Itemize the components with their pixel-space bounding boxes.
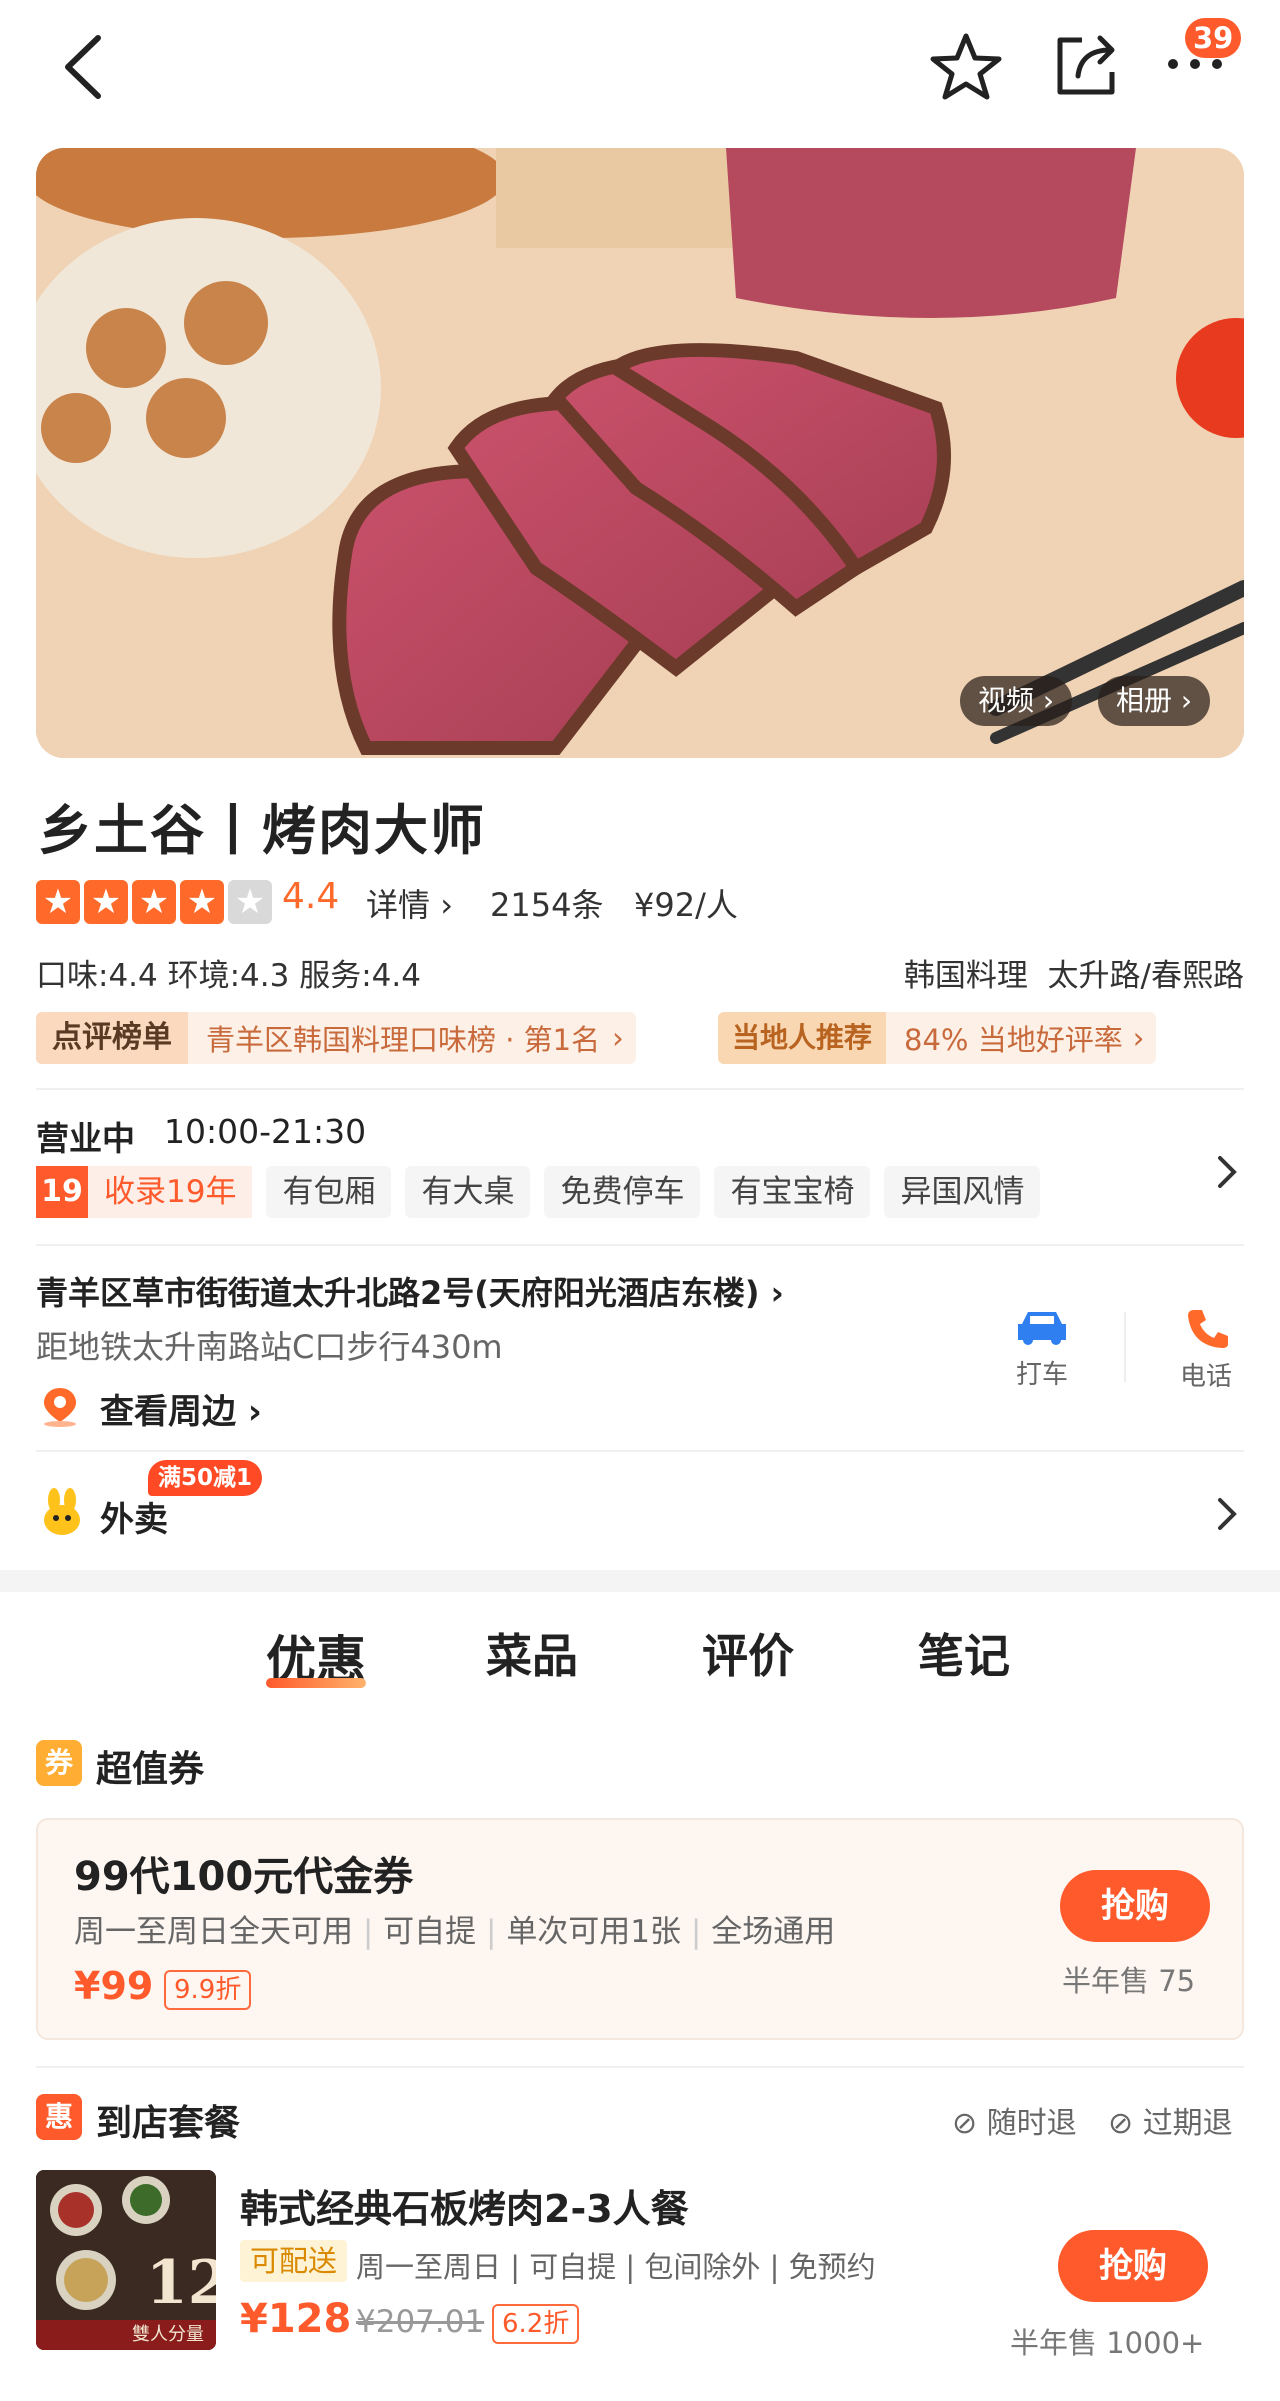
notification-badge: 39: [1185, 18, 1242, 58]
refund-anytime: ⊘ 随时退: [952, 2106, 1077, 2141]
voucher-buy-button[interactable]: 抢购: [1060, 1870, 1210, 1942]
divider: [36, 1450, 1244, 1452]
tag-free-parking: 免费停车: [544, 1166, 701, 1218]
tab-offers[interactable]: 优惠: [208, 1620, 424, 1692]
voucher-sold: 半年售 75: [1062, 1964, 1196, 1998]
package-name: 韩式经典石板烤肉2-3人餐: [240, 2187, 689, 2231]
open-status: 营业中: [36, 1119, 135, 1158]
voucher-icon: 券: [36, 1740, 82, 1786]
taxi-button[interactable]: 打车: [1002, 1306, 1082, 1391]
share-icon[interactable]: [1052, 28, 1122, 100]
phone-label: 电话: [1179, 1362, 1232, 1392]
star-icon: ★: [132, 880, 176, 924]
thumb-caption: 雙人分量: [132, 2324, 204, 2345]
shop-name: 乡土谷丨烤肉大师: [38, 799, 486, 862]
tab-bar: 优惠 菜品 评价 笔记: [0, 1620, 1280, 1692]
package-icon: 惠: [36, 2094, 82, 2140]
voucher-name: 99代100元代金券: [74, 1854, 414, 1900]
open-hours: 10:00-21:30: [164, 1112, 367, 1151]
star-icon: ★: [84, 880, 128, 924]
check-circle-icon: ⊘: [1108, 2106, 1134, 2141]
album-button[interactable]: 相册 ›: [1098, 676, 1211, 726]
tab-dishes[interactable]: 菜品: [424, 1620, 640, 1692]
tag-exotic: 异国风情: [884, 1166, 1041, 1218]
rating-stars: ★ ★ ★ ★ ★: [36, 880, 272, 924]
video-button[interactable]: 视频 ›: [960, 676, 1073, 726]
car-icon: [1018, 1312, 1066, 1345]
address-line[interactable]: 青羊区草市街街道太升北路2号(天府阳光酒店东楼) ›: [36, 1268, 784, 1314]
back-icon[interactable]: [58, 32, 108, 102]
tab-active-indicator: [266, 1678, 366, 1688]
voucher-section-title: 超值券: [96, 1749, 205, 1790]
phone-icon: [1188, 1310, 1228, 1348]
rabbit-icon: [44, 1488, 80, 1535]
rating-score: 4.4: [282, 876, 340, 917]
delivery-label[interactable]: 外卖: [100, 1492, 168, 1541]
package-sold: 半年售 1000+: [1010, 2326, 1205, 2360]
more-icon[interactable]: [1165, 56, 1225, 72]
chevron-right-icon: ›: [612, 1021, 624, 1055]
delivery-tag: 可配送: [240, 2240, 348, 2282]
voucher-card[interactable]: 99代100元代金券 周一至周日全天可用 | 可自提 | 单次可用1张 | 全场…: [36, 1818, 1244, 2040]
steak-photo: [36, 148, 1244, 758]
details-link[interactable]: 详情 ›: [366, 880, 453, 926]
package-thumbnail[interactable]: 12 雙人分量: [36, 2170, 216, 2350]
taxi-label: 打车: [1015, 1360, 1068, 1390]
chevron-right-icon[interactable]: [1214, 1152, 1240, 1192]
rank-badge-label: 点评榜单: [36, 1012, 188, 1064]
local-recommend-badge[interactable]: 当地人推荐 84% 当地好评率 ›: [718, 1012, 1157, 1064]
star-empty-icon: ★: [228, 880, 272, 924]
rank-badge-text: 青羊区韩国料理口味榜 · 第1名: [206, 1023, 601, 1057]
sub-scores: 口味:4.4 环境:4.3 服务:4.4: [36, 958, 421, 994]
package-section-title: 到店套餐: [96, 2103, 241, 2144]
metro-distance: 距地铁太升南路站C口步行430m: [36, 1328, 503, 1366]
rank-badge-list[interactable]: 点评榜单 青羊区韩国料理口味榜 · 第1名 ›: [36, 1012, 636, 1064]
thumb-number: 12: [146, 2248, 216, 2318]
package-discount: 6.2折: [492, 2304, 580, 2344]
phone-button[interactable]: 电话: [1166, 1306, 1246, 1393]
package-conditions: 周一至周日 | 可自提 | 包间除外 | 免预约: [356, 2250, 876, 2284]
tab-reviews[interactable]: 评价: [640, 1620, 856, 1692]
star-icon[interactable]: [928, 30, 1004, 102]
check-circle-icon: ⊘: [952, 2106, 978, 2141]
package-buy-button[interactable]: 抢购: [1058, 2230, 1208, 2302]
refund-expired: ⊘ 过期退: [1108, 2106, 1233, 2141]
feature-tags[interactable]: 19 收录19年 有包厢 有大桌 免费停车 有宝宝椅 异国风情: [36, 1166, 1054, 1218]
divider: [1124, 1312, 1126, 1382]
package-original-price: ¥207.01: [356, 2304, 485, 2340]
chevron-right-icon[interactable]: [1214, 1494, 1240, 1534]
location-pin-icon: [44, 1388, 76, 1427]
section-gap: [0, 1570, 1280, 1592]
nearby-link[interactable]: 查看周边 ›: [100, 1384, 262, 1433]
tag-large-table: 有大桌: [405, 1166, 531, 1218]
tag-private-room: 有包厢: [266, 1166, 392, 1218]
years-text: 收录19年: [88, 1166, 253, 1218]
area: 太升路/春熙路: [1047, 958, 1244, 994]
tab-notes[interactable]: 笔记: [856, 1620, 1072, 1692]
review-count: 2154条: [490, 886, 604, 924]
hero-image[interactable]: [36, 148, 1244, 758]
voucher-conditions: 周一至周日全天可用 | 可自提 | 单次可用1张 | 全场通用: [74, 1914, 836, 1950]
star-icon: ★: [180, 880, 224, 924]
avg-price: ¥92/人: [634, 886, 738, 924]
divider: [36, 2066, 1244, 2068]
divider: [36, 1088, 1244, 1090]
divider: [36, 1244, 1244, 1246]
years-icon: 19: [36, 1166, 88, 1218]
category-area: 韩国料理 太升路/春熙路: [904, 950, 1244, 995]
chevron-right-icon: ›: [1132, 1021, 1145, 1055]
tag-baby-chair: 有宝宝椅: [714, 1166, 871, 1218]
top-bar: 39: [0, 0, 1280, 140]
voucher-price: ¥99: [74, 1964, 154, 2008]
local-badge-label: 当地人推荐: [718, 1012, 887, 1064]
star-icon: ★: [36, 880, 80, 924]
delivery-promo-badge: 满50减1: [148, 1460, 263, 1496]
category: 韩国料理: [903, 958, 1028, 994]
local-badge-text: 84% 当地好评率: [904, 1023, 1123, 1057]
voucher-discount: 9.9折: [164, 1970, 252, 2010]
package-price: ¥128: [240, 2296, 352, 2342]
